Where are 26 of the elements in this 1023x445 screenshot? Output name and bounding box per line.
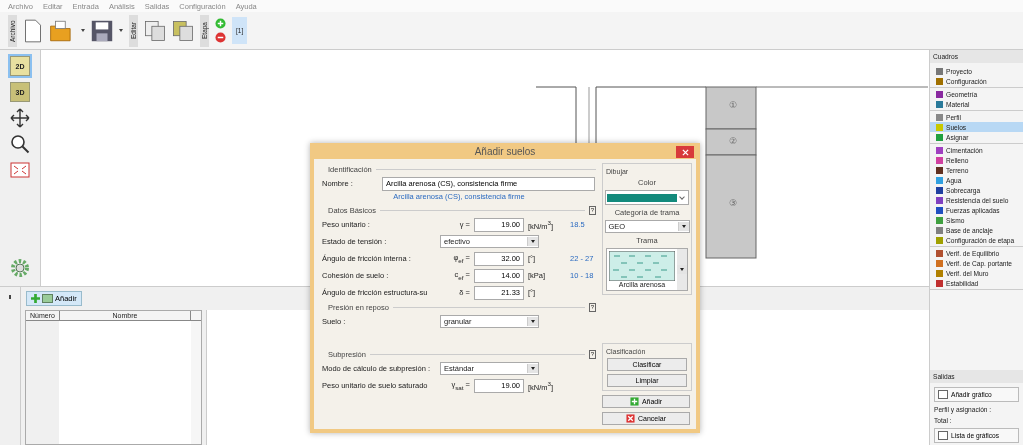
layer-number: ① bbox=[729, 100, 737, 110]
layers-icon bbox=[42, 294, 53, 303]
add-stage-icon[interactable] bbox=[215, 18, 226, 29]
paste-icon[interactable] bbox=[172, 19, 194, 42]
settings-icon[interactable] bbox=[10, 258, 30, 278]
copy-icon[interactable] bbox=[144, 19, 166, 42]
close-button[interactable] bbox=[676, 146, 694, 158]
dialog-title: Añadir suelos bbox=[474, 145, 536, 157]
layer-number: ③ bbox=[729, 198, 737, 208]
move-arrows-icon[interactable] bbox=[10, 108, 30, 128]
chart-icon bbox=[938, 390, 948, 399]
chart-icon bbox=[938, 431, 948, 440]
color-dropdown[interactable] bbox=[605, 190, 689, 205]
hatch-pattern-drawing bbox=[609, 251, 675, 281]
plus-icon bbox=[31, 294, 40, 303]
zoom-icon[interactable] bbox=[10, 134, 30, 154]
new-file-icon[interactable] bbox=[23, 18, 43, 43]
layer-number: ② bbox=[729, 136, 737, 146]
fit-view-icon[interactable] bbox=[10, 160, 30, 180]
caret-icon[interactable] bbox=[119, 29, 123, 32]
caret-icon[interactable] bbox=[81, 29, 85, 32]
add-icon bbox=[629, 397, 639, 406]
remove-stage-icon[interactable] bbox=[215, 32, 226, 43]
close-icon bbox=[681, 148, 689, 156]
cancel-icon bbox=[626, 414, 635, 423]
scrollbar[interactable] bbox=[191, 321, 201, 444]
